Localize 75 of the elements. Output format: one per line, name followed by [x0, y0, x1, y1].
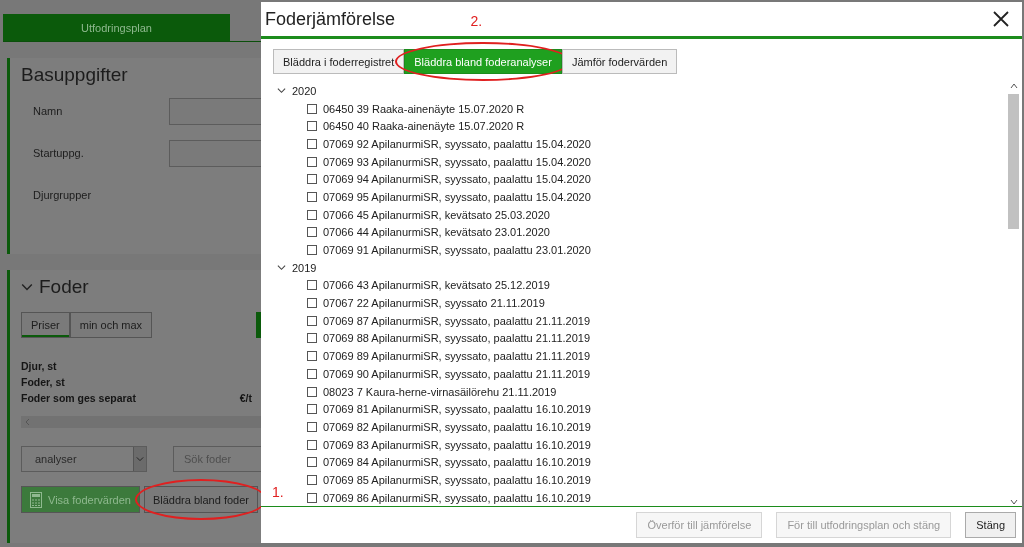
checkbox[interactable]: [307, 103, 317, 114]
page-tab[interactable]: Utfodringsplan: [3, 14, 230, 41]
checkbox[interactable]: [307, 474, 317, 485]
checkbox[interactable]: [307, 280, 317, 291]
type-dropdown[interactable]: analyser: [21, 446, 147, 472]
checkbox[interactable]: [307, 174, 317, 185]
year-group-label[interactable]: 2019: [292, 261, 317, 274]
analysis-item[interactable]: 07069 93 ApilanurmiSR, syyssato, paalattu 15.04.2020: [323, 155, 591, 168]
scroll-up-icon[interactable]: [1009, 82, 1018, 90]
footer-button[interactable]: Stäng: [965, 512, 1016, 538]
checkbox[interactable]: [307, 209, 317, 220]
checkbox[interactable]: [307, 227, 317, 238]
scroll-down-icon[interactable]: [1009, 498, 1018, 506]
analysis-item[interactable]: 07069 81 ApilanurmiSR, syyssato, paalattu 16.10.2019: [323, 403, 591, 416]
horizontal-scrollbar[interactable]: [21, 416, 261, 428]
analysis-item[interactable]: 08023 7 Kaura-herne-virnasäilörehu 21.11.2019: [323, 385, 557, 398]
analysis-item[interactable]: 07069 84 ApilanurmiSR, syyssato, paalattu 16.10.2019: [323, 456, 591, 469]
analysis-item[interactable]: 07069 85 ApilanurmiSR, syyssato, paalattu 16.10.2019: [323, 473, 591, 486]
unit-label: €/t: [239, 392, 252, 404]
checkbox[interactable]: [307, 191, 317, 202]
row-label: Djur, st: [21, 360, 57, 372]
annotation-number: 2.: [470, 13, 483, 29]
calculator-icon: [30, 491, 42, 508]
checkbox[interactable]: [307, 492, 317, 503]
analysis-item[interactable]: 07069 82 ApilanurmiSR, syyssato, paalattu 16.10.2019: [323, 420, 591, 433]
checkbox[interactable]: [307, 421, 317, 432]
analysis-item[interactable]: 07069 87 ApilanurmiSR, syyssato, paalattu 21.11.2019: [323, 314, 591, 327]
row-label: Foder som ges separat: [21, 392, 136, 404]
vertical-scrollbar[interactable]: [1007, 82, 1020, 506]
section-title: Foder: [39, 276, 89, 298]
dialog-title: Foderjämförelse: [265, 8, 396, 30]
tab[interactable]: min och max: [69, 312, 153, 338]
checkbox[interactable]: [307, 457, 317, 468]
analysis-item[interactable]: 07066 45 ApilanurmiSR, kevätsato 25.03.2020: [323, 208, 550, 221]
analysis-item[interactable]: 07069 86 ApilanurmiSR, syyssato, paalattu 16.10.2019: [323, 491, 591, 504]
row-label: Foder, st: [21, 376, 65, 388]
analysis-item[interactable]: 07069 95 ApilanurmiSR, syyssato, paalattu 15.04.2020: [323, 190, 591, 203]
analysis-item[interactable]: 06450 39 Raaka-ainenäyte 15.07.2020 R: [323, 102, 525, 115]
section-title: Basuppgifter: [21, 64, 128, 86]
field-label: Startuppg.: [32, 147, 85, 159]
analysis-item[interactable]: 07069 92 ApilanurmiSR, syyssato, paalattu 15.04.2020: [323, 137, 591, 150]
dialog-tab[interactable]: Bläddra i foderregistret: [273, 49, 405, 74]
analysis-item[interactable]: 07069 94 ApilanurmiSR, syyssato, paalattu 15.04.2020: [323, 173, 591, 186]
checkbox[interactable]: [307, 156, 317, 167]
input-field[interactable]: [169, 139, 262, 167]
analysis-item[interactable]: 07066 43 ApilanurmiSR, kevätsato 25.12.2019: [323, 279, 550, 292]
checkbox[interactable]: [307, 386, 317, 397]
checkbox[interactable]: [307, 138, 317, 149]
analysis-item[interactable]: 07069 88 ApilanurmiSR, syyssato, paalattu 21.11.2019: [323, 332, 591, 345]
analysis-item[interactable]: 07069 89 ApilanurmiSR, syyssato, paalattu 21.11.2019: [323, 350, 591, 363]
annotation-number: 1.: [272, 484, 284, 500]
checkbox[interactable]: [307, 368, 317, 379]
input-field[interactable]: [169, 97, 262, 125]
checkbox[interactable]: [307, 333, 317, 344]
checkbox[interactable]: [307, 439, 317, 450]
checkbox[interactable]: [307, 315, 317, 326]
checkbox[interactable]: [307, 121, 317, 132]
checkbox[interactable]: [307, 298, 317, 309]
browse-button[interactable]: Bläddra bland foder: [143, 486, 258, 513]
close-button[interactable]: [992, 10, 1010, 28]
tab[interactable]: Priser: [21, 312, 70, 338]
analysis-item[interactable]: 07069 90 ApilanurmiSR, syyssato, paalattu 21.11.2019: [323, 367, 591, 380]
year-group-label[interactable]: 2020: [292, 84, 317, 97]
analysis-item[interactable]: 06450 40 Raaka-ainenäyte 15.07.2020 R: [323, 120, 525, 133]
dropdown-caret-icon: [136, 455, 144, 463]
analysis-item[interactable]: 07066 44 ApilanurmiSR, kevätsato 23.01.2020: [323, 226, 550, 239]
analysis-item[interactable]: 07069 83 ApilanurmiSR, syyssato, paalattu 16.10.2019: [323, 438, 591, 451]
analysis-item[interactable]: 07067 22 ApilanurmiSR, syyssato 21.11.2019: [323, 297, 545, 310]
checkbox[interactable]: [307, 245, 317, 256]
checkbox[interactable]: [307, 404, 317, 415]
dialog-tab[interactable]: Jämför fodervärden: [561, 49, 678, 74]
field-label: Djurgrupper: [32, 189, 93, 201]
checkbox[interactable]: [307, 351, 317, 362]
analysis-item[interactable]: 07069 91 ApilanurmiSR, syyssato, paalattu 23.01.2020: [323, 244, 591, 257]
field-label: Namn: [32, 105, 64, 117]
